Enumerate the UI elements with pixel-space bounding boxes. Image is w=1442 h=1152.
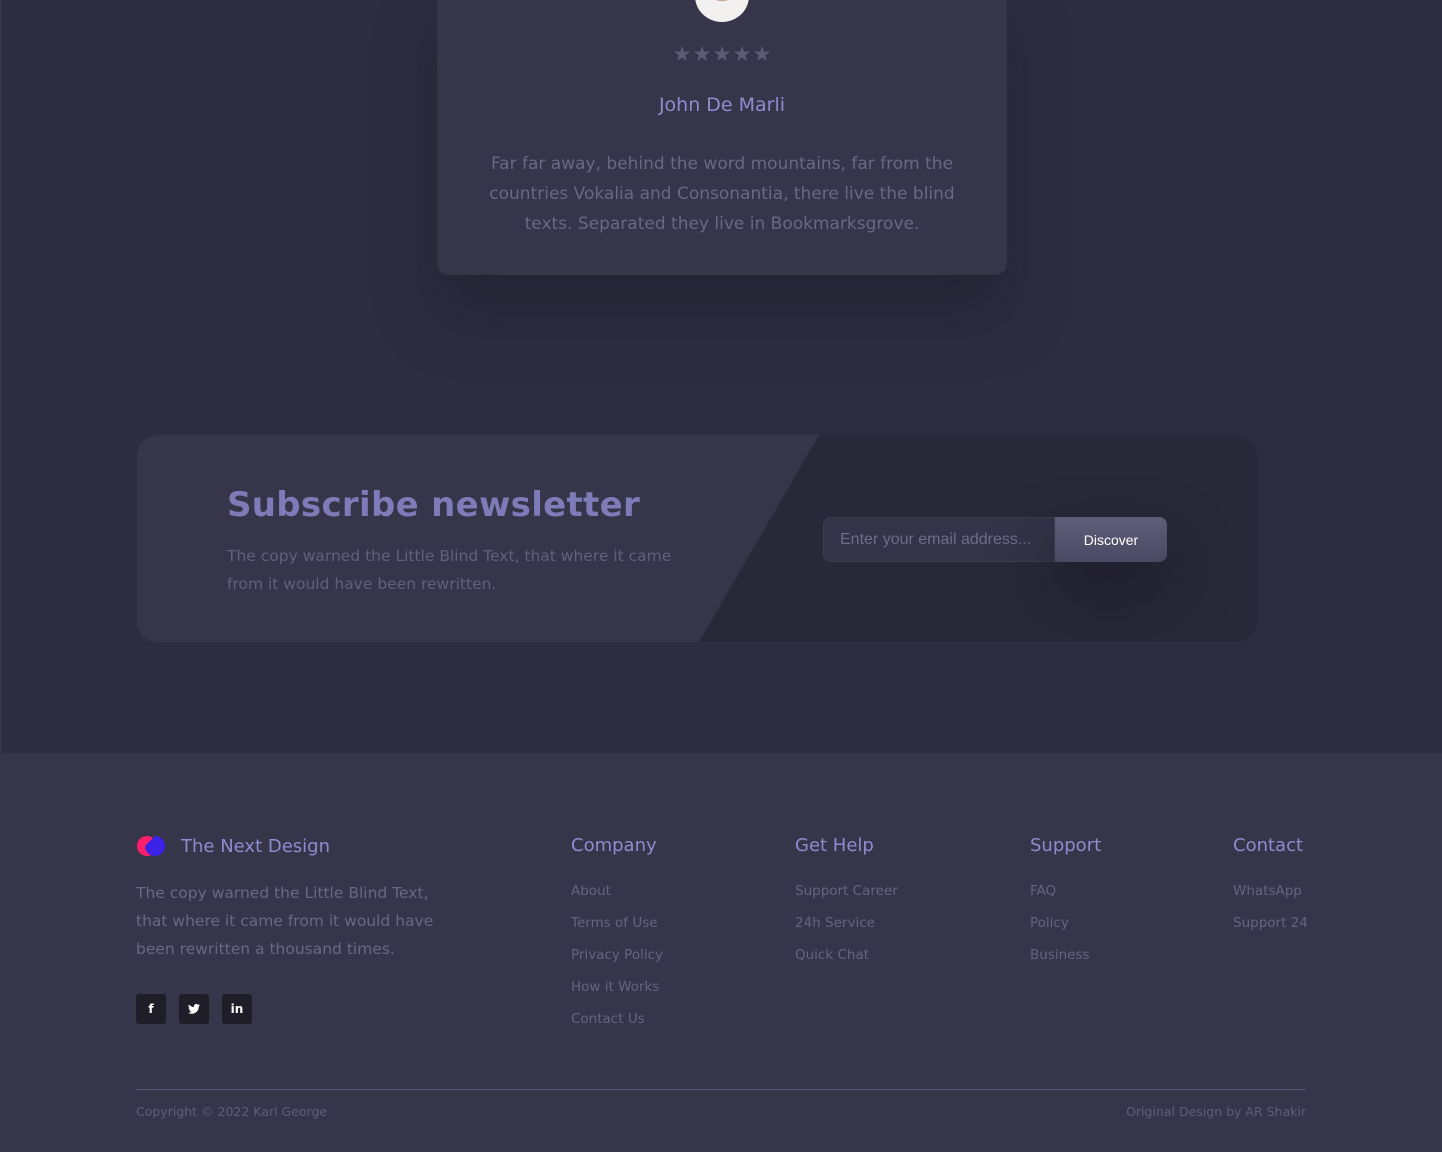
facebook-icon: f [148, 1002, 154, 1016]
footer-link-24h-service[interactable]: 24h Service [795, 907, 898, 939]
footer-column-company: Company About Terms of Use Privacy Polic… [571, 835, 663, 1035]
testimonial-section: ★★★★★ John De Marli Far far away, behind… [0, 0, 1442, 753]
footer-link-terms[interactable]: Terms of Use [571, 907, 663, 939]
copyright-text: Copyright © 2022 Karl George [136, 1104, 328, 1119]
footer: The Next Design The copy warned the Litt… [0, 753, 1442, 1152]
subscribe-form: Discover [823, 517, 1167, 562]
footer-column-title: Company [571, 835, 657, 856]
footer-column-title: Contact [1233, 835, 1304, 856]
brand[interactable]: The Next Design [136, 833, 330, 859]
avatar [695, 0, 749, 22]
footer-link-support-24[interactable]: Support 24 [1233, 907, 1308, 939]
twitter-button[interactable] [179, 994, 209, 1024]
review-text: Far far away, behind the word mountains,… [489, 154, 955, 234]
footer-column-support: Support FAQ Policy Business [1030, 835, 1101, 971]
footer-column-title: Support [1030, 835, 1102, 856]
footer-column-get-help: Get Help Support Career 24h Service Quic… [795, 835, 898, 971]
footer-column-title: Get Help [795, 835, 874, 856]
brand-name: The Next Design [181, 835, 331, 857]
star-icon: ★ [732, 43, 752, 66]
footer-link-policy[interactable]: Policy [1030, 907, 1101, 939]
design-credit: Original Design by AR Shakir [1126, 1104, 1306, 1119]
star-rating: ★★★★★ [437, 42, 1007, 67]
page: ★★★★★ John De Marli Far far away, behind… [0, 0, 1442, 1152]
footer-link-contact-us[interactable]: Contact Us [571, 1003, 663, 1035]
footer-link-privacy[interactable]: Privacy Policy [571, 939, 663, 971]
footer-link-business[interactable]: Business [1030, 939, 1101, 971]
footer-link-how-it-works[interactable]: How it Works [571, 971, 663, 1003]
newsletter-section: Subscribe newsletter The copy warned the… [137, 435, 1257, 642]
footer-column-contact: Contact WhatsApp Support 24 [1233, 835, 1308, 939]
testimonial-card: ★★★★★ John De Marli Far far away, behind… [437, 0, 1007, 275]
reviewer-name: John De Marli [658, 94, 786, 116]
footer-divider [136, 1089, 1306, 1090]
newsletter-description: The copy warned the Little Blind Text, t… [227, 547, 672, 593]
footer-link-quick-chat[interactable]: Quick Chat [795, 939, 898, 971]
facebook-button[interactable]: f [136, 994, 166, 1024]
linkedin-icon: in [230, 1002, 244, 1016]
social-links: f in [136, 994, 265, 1024]
footer-link-faq[interactable]: FAQ [1030, 875, 1101, 907]
star-icon: ★ [752, 43, 772, 66]
footer-link-about[interactable]: About [571, 875, 663, 907]
brand-description: The copy warned the Little Blind Text, t… [136, 884, 434, 958]
discover-button[interactable]: Discover [1055, 517, 1167, 562]
linkedin-button[interactable]: in [222, 994, 252, 1024]
footer-link-support-career[interactable]: Support Career [795, 875, 898, 907]
star-icon: ★ [672, 43, 692, 66]
email-input[interactable] [823, 517, 1055, 562]
star-icon: ★ [712, 43, 732, 66]
logo-icon [136, 833, 166, 859]
twitter-icon [188, 1004, 200, 1014]
footer-link-whatsapp[interactable]: WhatsApp [1233, 875, 1308, 907]
newsletter-title: Subscribe newsletter [227, 485, 641, 525]
star-icon: ★ [692, 43, 712, 66]
